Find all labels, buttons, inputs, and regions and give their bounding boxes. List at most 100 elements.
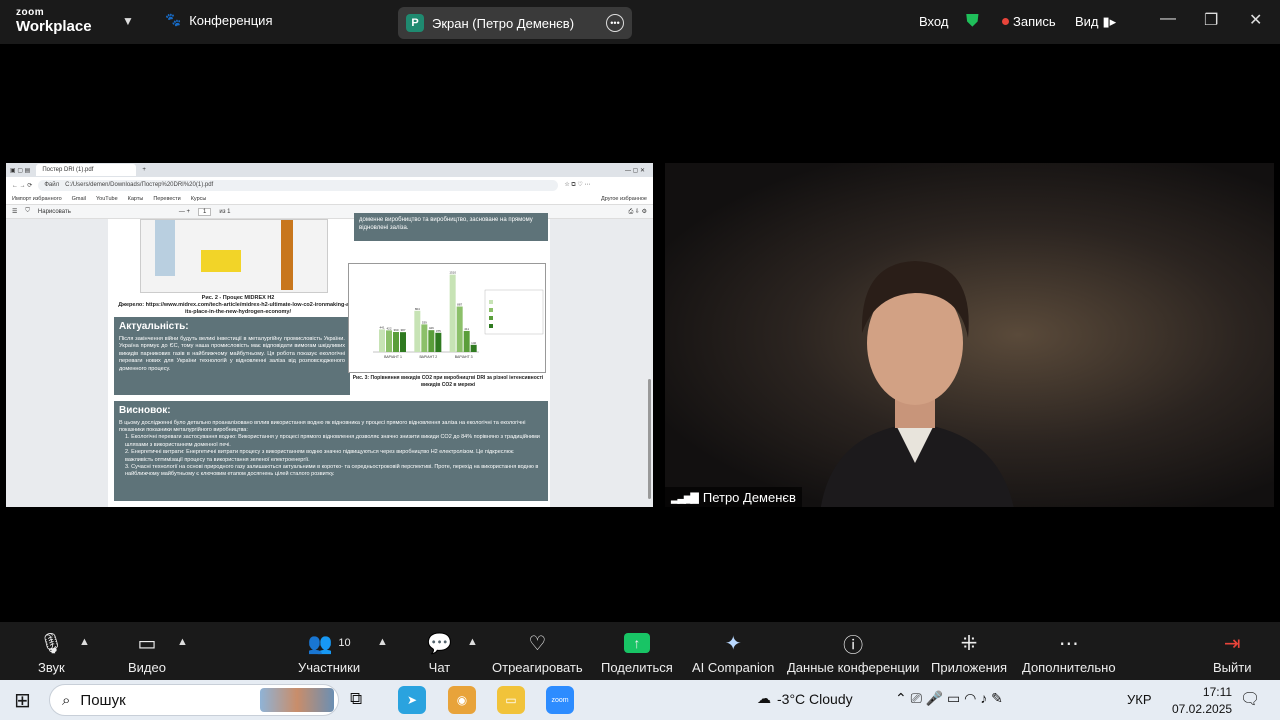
bookmark-item[interactable]: YouTube xyxy=(96,196,118,202)
mic-muted-icon: 🎙 xyxy=(38,632,65,655)
chat-caret-icon[interactable]: ▲ xyxy=(467,636,478,648)
browser-tab-strip: ▣ ▢ ▤ Постер DRI (1).pdf + — ▢ ✕ xyxy=(6,163,653,177)
pdf-right-icons[interactable]: ⎙ ⇩ ⚙ xyxy=(628,208,653,216)
browser-window-controls[interactable]: — ▢ ✕ xyxy=(625,167,653,174)
chart-data-label: 1510 xyxy=(449,271,456,275)
chevron-down-icon[interactable]: ▼ xyxy=(122,14,134,28)
file-label: Файл xyxy=(44,182,60,188)
chart-category-label: ВАРІАНТ 3 xyxy=(455,355,473,359)
tray-icons[interactable]: ⌃ ⎚ 🎤 ▭ ◠ ♪ ✎ xyxy=(895,690,1003,707)
zoom-taskbar-icon[interactable]: zoom xyxy=(546,686,574,714)
diagram-tower xyxy=(155,220,175,276)
shield-check-icon[interactable]: ⛊ xyxy=(966,11,979,31)
other-bookmarks[interactable]: Другое избранное xyxy=(601,196,653,202)
pdf-list-icon[interactable]: ☰ xyxy=(12,208,17,215)
share-status-pill[interactable]: P Экран (Петро Деменєв) ••• xyxy=(398,7,632,39)
bookmark-item[interactable]: Карты xyxy=(128,196,144,202)
participant-figure xyxy=(820,261,1014,507)
chart-bar xyxy=(435,332,442,352)
share-button[interactable]: ↑ Поделиться xyxy=(601,630,673,675)
url-field[interactable]: Файл C:/Users/demen/Downloads/Постер%20D… xyxy=(38,179,559,191)
clock-date: 07.02.2025 xyxy=(1172,701,1233,716)
meeting-info-button[interactable]: ⓘ Данные конференции xyxy=(787,630,919,676)
conclusion-item: 2. Енергетичні витрати: Енергетичні витр… xyxy=(125,449,514,463)
search-highlight-image xyxy=(260,688,334,712)
minimize-icon[interactable]: — xyxy=(1160,10,1176,28)
react-button[interactable]: ♡ Отреагировать xyxy=(492,630,583,676)
participants-icon: 👥 10 xyxy=(307,632,351,655)
video-button[interactable]: ▭ Видео xyxy=(128,630,166,676)
pdf-draw-button[interactable]: Нарисовать xyxy=(38,209,71,215)
pdf-zoom-icons[interactable]: — + xyxy=(179,209,190,215)
chart-category-label: ВАРІАНТ 2 xyxy=(419,355,437,359)
participants-button[interactable]: 👥 10 Участники xyxy=(298,630,361,676)
ai-companion-button[interactable]: ✦ AI Companion xyxy=(692,630,774,676)
language-indicator[interactable]: УКР xyxy=(1127,692,1152,707)
participants-caret-icon[interactable]: ▲ xyxy=(377,636,388,648)
leave-button[interactable]: ⇥ Выйти xyxy=(1213,630,1252,676)
signal-bars-icon: ▂▃▅▇ xyxy=(671,491,699,504)
chat-button[interactable]: 💬 Чат xyxy=(427,630,452,676)
diagram-heater xyxy=(201,250,241,272)
tab-title: Постер DRI (1).pdf xyxy=(42,167,94,173)
browser-menu-icon[interactable]: ▣ ▢ ▤ xyxy=(10,167,30,174)
participant-name: Петро Деменєв xyxy=(702,489,796,505)
record-button[interactable]: Запись xyxy=(1002,14,1056,29)
browser-tab[interactable]: Постер DRI (1).pdf xyxy=(36,164,137,176)
apps-icon: ⁜ xyxy=(960,632,978,655)
more-options-icon[interactable]: ••• xyxy=(606,14,624,32)
leave-label: Выйти xyxy=(1213,660,1252,675)
bookmark-item[interactable]: Импорт избранного xyxy=(12,196,62,202)
close-icon[interactable]: ✕ xyxy=(1249,10,1262,30)
more-icon: ⋯ xyxy=(1058,632,1079,655)
address-bar: ← → ⟳ Файл C:/Users/demen/Downloads/Пост… xyxy=(6,177,653,193)
relevance-box: Актуальність: Після закінчення війни буд… xyxy=(114,317,350,395)
page-number[interactable]: 1 xyxy=(198,207,212,216)
more-label: Дополнительно xyxy=(1022,660,1116,675)
audio-caret-icon[interactable]: ▲ xyxy=(79,636,90,648)
telegram-icon[interactable]: ➤ xyxy=(398,686,426,714)
pdf-scrollbar[interactable] xyxy=(648,379,651,499)
apps-button[interactable]: ⁜ Приложения xyxy=(931,630,1007,676)
restore-icon[interactable]: ❐ xyxy=(1204,10,1218,30)
task-view-icon[interactable]: ⧉ xyxy=(350,689,362,709)
bookmark-item[interactable]: Курсы xyxy=(191,196,207,202)
chart-data-label: 539 xyxy=(422,320,427,324)
chart-bar xyxy=(386,330,392,352)
taskbar-clock[interactable]: 17:11 07.02.2025 xyxy=(1172,684,1232,718)
weather-widget[interactable]: ☁ -3°C Cloudy xyxy=(757,690,853,707)
page-total: из 1 xyxy=(219,208,231,215)
conclusion-intro: В цьому дослідженні було детально проана… xyxy=(119,419,526,433)
meeting-menu[interactable]: 🐾 Конференция xyxy=(165,12,272,28)
windows-start-icon[interactable]: ⊞ xyxy=(14,688,31,713)
new-tab-icon[interactable]: + xyxy=(142,167,146,173)
pdf-viewer[interactable]: Рис. 2 - Процес MIDREX H2 Джерело: https… xyxy=(6,213,653,507)
bookmark-item[interactable]: Gmail xyxy=(72,196,86,202)
video-caret-icon[interactable]: ▲ xyxy=(177,636,188,648)
participants-label: Участники xyxy=(298,660,361,675)
relevance-text: Після закінчення війни будуть великі інв… xyxy=(119,335,345,372)
file-explorer-icon[interactable]: ▭ xyxy=(497,686,525,714)
chart-data-label: 441 xyxy=(379,325,384,329)
heart-icon: ♡ xyxy=(528,632,547,655)
nav-icons[interactable]: ← → ⟳ xyxy=(12,182,32,189)
audio-button[interactable]: 🎙 Звук xyxy=(38,630,65,676)
chrome-icon[interactable]: ◉ xyxy=(448,686,476,714)
chart-legend xyxy=(484,289,544,335)
more-button[interactable]: ⋯ Дополнительно xyxy=(1022,630,1116,676)
notification-icon[interactable]: 🗨 xyxy=(1240,689,1260,709)
conclusion-item: 3. Сучасні технології на основі природно… xyxy=(125,464,539,478)
view-button[interactable]: Вид ▮▸ xyxy=(1075,14,1116,30)
bookmark-item[interactable]: Перевести xyxy=(153,196,180,202)
signin-button[interactable]: Вход xyxy=(919,14,948,29)
shared-screen[interactable]: ▣ ▢ ▤ Постер DRI (1).pdf + — ▢ ✕ ← → ⟳ Ф… xyxy=(6,163,653,507)
participant-video[interactable] xyxy=(665,163,1274,507)
search-icon: ⌕ xyxy=(62,691,71,709)
taskbar-search[interactable]: ⌕ Пошук xyxy=(49,684,339,716)
top-text-box: доменне виробництво та виробництво, засн… xyxy=(354,213,548,241)
chart-bar xyxy=(400,332,406,352)
pdf-filter-icon[interactable]: ⛉ xyxy=(25,208,30,215)
audio-label: Звук xyxy=(38,660,65,675)
browser-toolbar-icons[interactable]: ☆ ⧉ ♡ ⋯ xyxy=(564,181,590,189)
co2-chart: 441 422 390 387 ВАРІАНТ 1 804 539 426 375 ВАРІАНТ… xyxy=(348,263,546,373)
